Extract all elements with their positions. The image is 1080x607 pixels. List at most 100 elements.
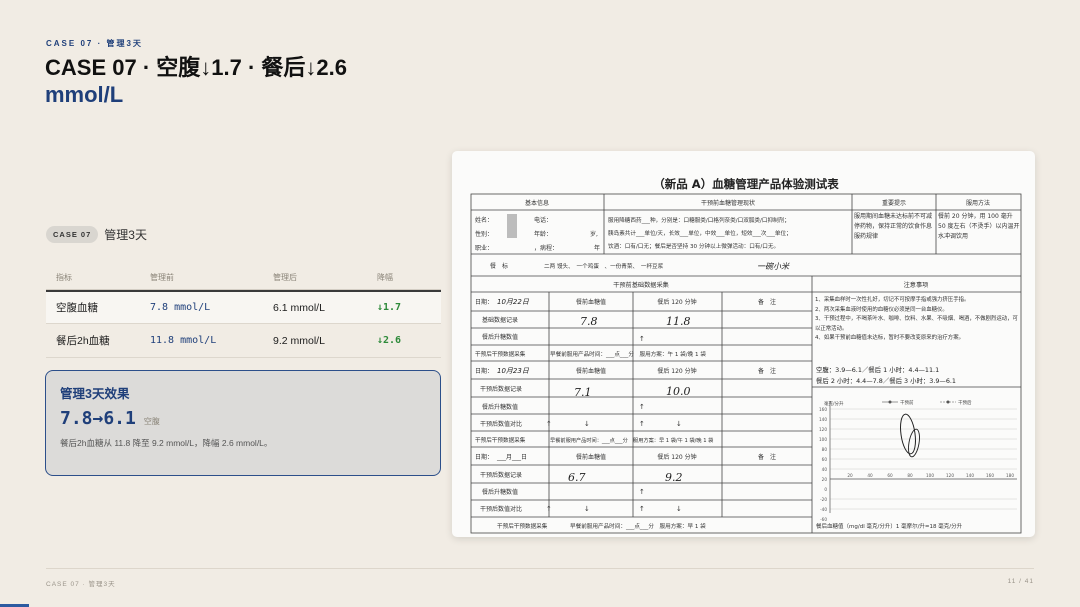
hand-pre-post: 11.8 <box>666 315 691 328</box>
eyebrow: CASE 07 · 管理3天 <box>46 39 143 48</box>
ytick: 40 <box>822 467 828 472</box>
form-row-rise-1: 餐后升糖数值 <box>482 333 518 341</box>
form-status-line2: 胰岛素共计___单位/天，长效___单位，中效___单位，短效___次___单位… <box>608 229 792 237</box>
arrow-up: ↑ <box>639 420 645 428</box>
row-after: 9.2 mmol/L <box>273 334 325 347</box>
headline-text: CASE 07 · 空腹↓1.7 · 餐后↓2.6 <box>45 55 347 80</box>
table-header: 指标 管理前 管理后 降幅 <box>46 266 441 290</box>
xtick: 80 <box>907 473 913 478</box>
form-chart: 毫克/分升 干预前 干预后 160 140 120 100 80 60 40 2… <box>819 399 1017 522</box>
form-collect-2: 干预后干预数据采集 <box>475 436 526 444</box>
arrow-up: ↑ <box>546 420 552 428</box>
form-basic-year: 年 <box>594 244 600 252</box>
metrics-table: 指标 管理前 管理后 降幅 空腹血糖 7.8 mmol/L 6.1 mmol/L… <box>46 266 441 358</box>
form-note-4: 4、如果干预前血糖值未达标，暂时不要改变原来的治疗方案。 <box>815 335 964 341</box>
form-note-3: 3、干预过程中，不喝茶叶水、咖啡、饮料、水果、不吸烟、喝酒，不做剧烈运动，可以正… <box>815 316 1018 332</box>
form-sec-basic: 基本信息 <box>525 199 549 207</box>
form-col-remark-1: 备 注 <box>758 298 776 306</box>
form-date-3: ___月___日 <box>496 454 527 461</box>
xtick: 180 <box>1006 473 1014 478</box>
form-notes: 1、采集血样时一次性扎好，切记不可按摩手指或强力挤压手指。 2、两次采集血液时使… <box>815 297 1018 341</box>
case-chip: CASE 07 <box>46 226 99 243</box>
form-basic-phone: 电话： <box>534 216 552 224</box>
form-date-label-1: 日期： <box>475 298 493 306</box>
hand-d2-fasting: 7.1 <box>574 386 592 399</box>
form-meal-items: 二两 馒头、 一个鸡蛋 、一份青菜、 一杯豆浆 <box>544 262 664 270</box>
effect-value: 7.8→6.1 <box>60 408 136 429</box>
form-collect-3: 干预后干预数据采集 <box>497 522 548 530</box>
form-sec-status: 干预前血糖管理现状 <box>701 199 755 207</box>
form-ref-2: 餐后 2 小时：4.4—7.8／餐后 3 小时：3.9—6.1 <box>816 376 956 385</box>
xtick: 20 <box>847 473 853 478</box>
form-col-post-3: 餐后 120 分钟 <box>657 453 696 461</box>
hand-loop <box>908 428 920 458</box>
form-col-remark-3: 备 注 <box>758 453 776 461</box>
form-basic-job: 职业： <box>475 244 493 252</box>
form-col-fasting-3: 餐前血糖值 <box>576 453 606 461</box>
effect-tag: 空腹 <box>143 417 160 426</box>
form-tips: 服用期间血糖未达标前不可减停药物，保持正常的饮食作息服药规律 <box>854 213 933 240</box>
ytick: 60 <box>822 457 828 462</box>
page-number: 11 / 41 <box>1007 578 1034 585</box>
form-scan: （新品 A）血糖管理产品体验测试表 基本信息 干预前血糖管理现状 重要提示 服用… <box>470 177 1022 534</box>
form-collect-detail-3: 早餐前服用产品时间：___点___分 服用方案：早 1 袋 <box>570 522 706 530</box>
form-row-rise-3: 餐后升糖数值 <box>482 488 518 496</box>
ytick: 0 <box>824 487 827 492</box>
form-row-after-2: 干预后数据记录 <box>480 385 522 393</box>
form-basic-gender: 性别： <box>475 230 493 238</box>
form-meal-note: 一碗小米 <box>757 262 790 271</box>
row-before: 11.8 mmol/L <box>150 335 217 346</box>
arrow-up: ↑ <box>639 403 645 411</box>
header-metric: 指标 <box>56 273 72 282</box>
xtick: 40 <box>867 473 873 478</box>
row-drop: ↓2.6 <box>377 335 402 346</box>
ytick: -60 <box>820 517 827 522</box>
arrow-up: ↑ <box>639 505 645 513</box>
legend-post: 干预后 <box>958 399 972 406</box>
legend-marker-post <box>946 400 950 404</box>
form-date-2: 10月23日 <box>497 367 530 375</box>
row-name: 餐后2h血糖 <box>56 335 110 347</box>
hand-d3-post: 9.2 <box>665 471 683 484</box>
header-before: 管理前 <box>150 273 174 282</box>
header-drop: 降幅 <box>377 273 393 282</box>
form-tips-text: 服用期间血糖未达标前不可减停药物，保持正常的饮食作息服药规律 <box>854 213 933 240</box>
form-col-fasting-2: 餐前血糖值 <box>576 367 606 375</box>
xtick: 160 <box>986 473 994 478</box>
arrow-up: ↑ <box>639 335 645 343</box>
form-col-fasting-1: 餐前血糖值 <box>576 298 606 306</box>
hand-pre-fasting: 7.8 <box>580 315 598 328</box>
arrow-down: ↓ <box>584 420 590 428</box>
footer-divider <box>46 568 1034 569</box>
ytick: 20 <box>822 477 828 482</box>
form-basic-age: 年龄： <box>534 230 552 238</box>
form-sec-pre: 干预前基础数据采集 <box>613 281 669 289</box>
form-row-base: 基础数据记录 <box>482 316 518 324</box>
form-collect-detail-2: 早餐前服用产品时间：___点___分 服用方案：早 1 袋/午 1 袋/晚 1 … <box>550 436 713 444</box>
form-status-line1: 服用降糖西药___种，分别是：口糖服类/口格列奈类/口双胍类/口抑制剂； <box>608 216 790 224</box>
form-row-after-3: 干预后数据记录 <box>480 471 522 479</box>
form-basic-course: ，病程： <box>534 244 558 252</box>
case-chip-row: CASE 07 管理3天 <box>46 226 147 243</box>
form-col-remark-2: 备 注 <box>758 367 776 375</box>
ytick: -20 <box>820 497 827 502</box>
arrow-up: ↑ <box>546 505 552 513</box>
arrow-down: ↓ <box>584 505 590 513</box>
xtick: 100 <box>926 473 934 478</box>
ytick: 80 <box>822 447 828 452</box>
effect-card: 管理3天效果 7.8→6.1 空腹 餐后2h血糖从 11.8 降至 9.2 mm… <box>45 370 441 476</box>
legend-pre: 干预前 <box>900 399 914 406</box>
row-before: 7.8 mmol/L <box>150 302 211 313</box>
form-usage-text: 餐前 20 分钟，用 100 毫升 50 度左右（不烫手）以内温开水冲调饮用 <box>938 213 1020 240</box>
case-duration: 管理3天 <box>104 228 147 242</box>
form-sec-tips: 重要提示 <box>882 199 906 207</box>
xtick: 120 <box>946 473 954 478</box>
form-sec-usage: 服用方法 <box>966 199 990 207</box>
redaction-block <box>507 214 517 238</box>
form-meal-label: 餐 标 <box>490 262 508 270</box>
form-date-label-2: 日期： <box>475 367 493 375</box>
form-basic-name: 姓名： <box>475 216 493 224</box>
ytick: 120 <box>819 427 827 432</box>
form-note-1: 1、采集血样时一次性扎好，切记不可按摩手指或强力挤压手指。 <box>815 297 970 303</box>
footer-case-label: CASE 07 · 管理3天 <box>46 581 116 588</box>
